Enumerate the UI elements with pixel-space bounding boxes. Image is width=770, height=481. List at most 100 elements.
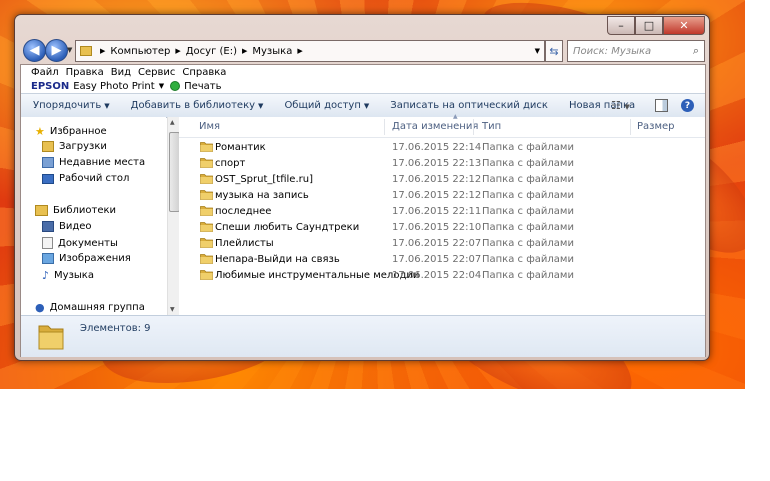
epson-toolbar: EPSON Easy Photo Print ▼ Печать <box>21 79 705 93</box>
sidebar-item-documents[interactable]: Документы <box>42 237 118 249</box>
dropdown-icon: ▼ <box>363 102 370 110</box>
folder-icon <box>200 254 213 264</box>
sidebar-item-video[interactable]: Видео <box>42 221 92 232</box>
organize-button[interactable]: Упорядочить ▼ <box>33 100 110 111</box>
table-row[interactable]: Спеши любить Саундтреки 17.06.2015 22:10 П… <box>179 219 705 235</box>
documents-icon <box>42 237 53 249</box>
file-date: 17.06.2015 22:10 <box>392 221 482 233</box>
sidebar-item-homegroup[interactable]: ● Домашняя группа <box>35 301 145 314</box>
table-row[interactable]: музыка на запись 17.06.2015 22:12 Папка с … <box>179 187 705 203</box>
navigation-bar: ◀ ▶ ▼ ▶ Компьютер ▶ Досуг (E:) ▶ Музыка … <box>21 39 705 63</box>
dropdown-icon: ▼ <box>258 102 264 110</box>
caption-buttons: – □ ✕ <box>607 16 705 35</box>
column-separator[interactable] <box>473 119 474 135</box>
file-name: OST_Sprut_[tfile.ru] <box>215 173 313 185</box>
address-bar[interactable]: ▶ Компьютер ▶ Досуг (E:) ▶ Музыка ▶ ▼ <box>75 40 545 62</box>
dropdown-icon[interactable]: ▼ <box>159 82 164 90</box>
file-type: Папка с файлами <box>482 237 574 249</box>
table-row[interactable]: Любимые инструментальные мелодии 17.06.20… <box>179 267 705 283</box>
details-pane: Элементов: 9 <box>21 315 705 357</box>
print-icon <box>170 81 181 91</box>
view-options-button[interactable]: ☷ ▼ <box>611 99 630 112</box>
forward-button[interactable]: ▶ <box>45 39 68 62</box>
table-row[interactable]: OST_Sprut_[tfile.ru] 17.06.2015 22:12 Папк… <box>179 171 705 187</box>
file-name: Любимые инструментальные мелодии <box>215 269 420 281</box>
sidebar-item-recent[interactable]: Недавние места <box>42 157 145 168</box>
burn-button[interactable]: Записать на оптический диск <box>390 100 548 111</box>
add-to-library-button[interactable]: Добавить в библиотеку ▼ <box>131 100 264 111</box>
sidebar-item-downloads[interactable]: Загрузки <box>42 141 107 152</box>
breadcrumb-computer[interactable]: Компьютер <box>110 46 170 57</box>
refresh-button[interactable]: ⇆ <box>545 40 563 62</box>
epson-easy-photo-print-button[interactable]: Easy Photo Print <box>73 81 154 92</box>
table-row[interactable]: спорт 17.06.2015 22:13 Папка с файлами <box>179 155 705 171</box>
preview-pane-button[interactable] <box>655 99 668 112</box>
print-button[interactable]: Печать <box>184 81 221 92</box>
share-button[interactable]: Общий доступ ▼ <box>284 100 369 111</box>
file-date: 17.06.2015 22:07 <box>392 253 482 265</box>
menu-file[interactable]: Файл <box>31 67 59 78</box>
table-row[interactable]: Непара-Выйди на связь 17.06.2015 22:07 Пап… <box>179 251 705 267</box>
file-type: Папка с файлами <box>482 269 574 281</box>
images-icon <box>42 253 54 264</box>
search-input[interactable]: Поиск: Музыка ⌕ <box>567 40 705 62</box>
sidebar-item-desktop[interactable]: Рабочий стол <box>42 173 129 184</box>
folder-icon <box>200 190 213 200</box>
chevron-right-icon[interactable]: ▶ <box>242 47 247 55</box>
column-separator[interactable] <box>630 119 631 135</box>
refresh-icon: ⇆ <box>549 44 559 58</box>
sidebar-item-libraries[interactable]: Библиотеки <box>35 205 116 216</box>
file-name: Плейлисты <box>215 237 274 249</box>
scroll-up-arrow[interactable]: ▲ <box>170 119 175 126</box>
file-type: Папка с файлами <box>482 253 574 265</box>
close-button[interactable]: ✕ <box>663 16 705 35</box>
file-date: 17.06.2015 22:12 <box>392 173 482 185</box>
search-icon: ⌕ <box>692 44 699 57</box>
column-header-type[interactable]: Тип <box>482 121 501 132</box>
breadcrumb-drive[interactable]: Досуг (E:) <box>186 46 237 57</box>
file-name: Непара-Выйди на связь <box>215 253 340 265</box>
help-button[interactable]: ? <box>681 99 694 112</box>
sidebar-item-label: Недавние места <box>59 157 146 168</box>
chevron-right-icon[interactable]: ▶ <box>100 47 105 55</box>
recent-pages-dropdown[interactable]: ▼ <box>67 46 72 54</box>
star-icon: ★ <box>35 125 45 138</box>
column-header-name[interactable]: Имя <box>199 121 220 132</box>
back-button[interactable]: ◀ <box>23 39 46 62</box>
column-separator[interactable] <box>384 119 385 135</box>
menu-view[interactable]: Вид <box>111 67 131 78</box>
sidebar-item-music[interactable]: ♪ Музыка <box>42 269 94 282</box>
maximize-button[interactable]: □ <box>635 16 663 35</box>
menu-edit[interactable]: Правка <box>66 67 104 78</box>
file-date: 17.06.2015 22:14 <box>392 141 482 153</box>
file-name: спорт <box>215 157 246 169</box>
item-count: Элементов: 9 <box>80 323 151 334</box>
minimize-button[interactable]: – <box>607 16 635 35</box>
sidebar-item-images[interactable]: Изображения <box>42 253 131 264</box>
chevron-right-icon[interactable]: ▶ <box>297 47 302 55</box>
sidebar-item-favorites[interactable]: ★ Избранное <box>35 125 107 138</box>
sidebar-item-label: Избранное <box>49 126 107 137</box>
sidebar-item-label: Документы <box>58 237 118 249</box>
folder-icon <box>200 238 213 248</box>
sidebar-item-label: Библиотеки <box>53 205 117 216</box>
dropdown-icon: ▼ <box>104 102 110 110</box>
menu-help[interactable]: Справка <box>182 67 226 78</box>
navigation-pane-scrollbar[interactable]: ▲ ▼ <box>167 117 180 315</box>
table-row[interactable]: Плейлисты 17.06.2015 22:07 Папка с файлами <box>179 235 705 251</box>
scroll-down-arrow[interactable]: ▼ <box>170 306 175 313</box>
file-type: Папка с файлами <box>482 141 574 153</box>
file-type: Папка с файлами <box>482 189 574 201</box>
address-dropdown[interactable]: ▼ <box>535 47 540 55</box>
breadcrumb-music[interactable]: Музыка <box>252 46 292 57</box>
folder-icon <box>200 174 213 184</box>
homegroup-icon: ● <box>35 301 45 314</box>
file-name: последнее <box>215 205 272 217</box>
table-row[interactable]: последнее 17.06.2015 22:11 Папка с файлами <box>179 203 705 219</box>
file-date: 17.06.2015 22:07 <box>392 237 482 249</box>
column-header-date[interactable]: Дата изменения <box>392 121 478 132</box>
menu-tools[interactable]: Сервис <box>138 67 175 78</box>
chevron-right-icon[interactable]: ▶ <box>175 47 180 55</box>
table-row[interactable]: Романтик 17.06.2015 22:14 Папка с файлами <box>179 139 705 155</box>
column-header-size[interactable]: Размер <box>637 121 675 132</box>
